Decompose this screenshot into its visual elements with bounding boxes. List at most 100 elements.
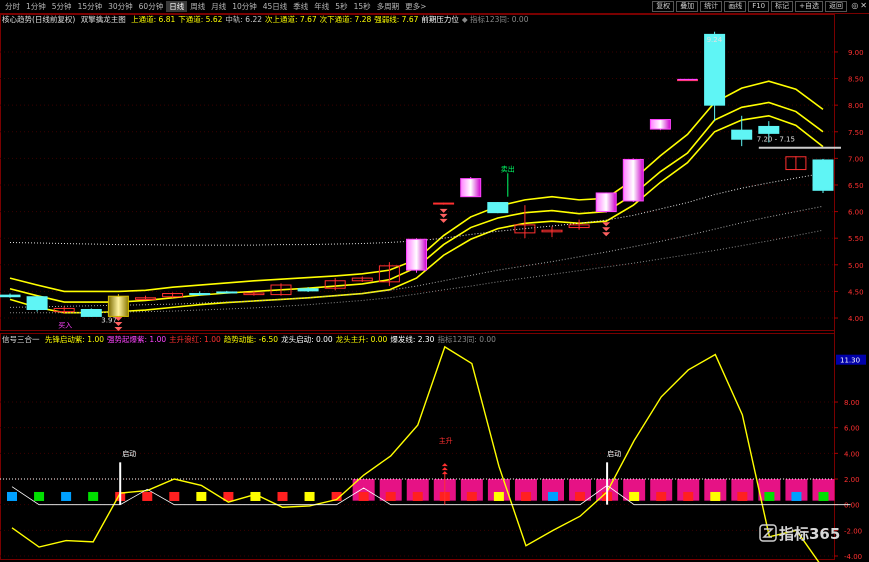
- settings-icon[interactable]: ◎: [851, 1, 858, 11]
- main-axis-label: 5.00: [848, 262, 864, 270]
- tab-3[interactable]: 15分钟: [75, 1, 106, 12]
- main-axis-label: 5.50: [848, 235, 864, 243]
- tab-1[interactable]: 1分钟: [23, 1, 49, 12]
- signal-block-25: [677, 479, 700, 501]
- main-item-4: 次下通道: 7.28: [319, 15, 372, 24]
- toolbar-button-1[interactable]: 叠加: [676, 1, 699, 12]
- candle-body-2: [53, 307, 75, 313]
- main-item-0: 上通道: 6.81: [131, 15, 176, 24]
- tab-4[interactable]: 30分钟: [105, 1, 136, 12]
- candle-body-4: [107, 295, 129, 317]
- toolbar-button-7[interactable]: 返回: [825, 1, 847, 12]
- toolbar-button-5[interactable]: 标记: [771, 1, 794, 12]
- sub-series-1: [11, 484, 851, 506]
- top-toolbar: 分时 1分钟 5分钟 15分钟 30分钟 60分钟 日线 周线 月线 10分钟 45日线 季线 年线 5秒…: [0, 0, 869, 14]
- toolbar-button-3[interactable]: 画线: [724, 1, 747, 12]
- toolbar-button-0[interactable]: 复权: [652, 1, 675, 12]
- signal-square-27: [737, 491, 748, 501]
- down-arrow-icon: [439, 213, 448, 218]
- tab-12[interactable]: 年线: [311, 1, 332, 12]
- down-arrow-icon: [602, 232, 611, 237]
- candle-body-14: [378, 265, 400, 283]
- sell-signal-label: 卖出: [501, 165, 515, 174]
- tab-8[interactable]: 月线: [208, 1, 229, 12]
- tab-6[interactable]: 日线: [166, 1, 188, 12]
- candle-body-22: [595, 192, 617, 213]
- main-axis-label: 7.50: [848, 129, 864, 137]
- tab-9[interactable]: 10分钟: [229, 1, 260, 12]
- main-item-1: 下通道: 5.62: [178, 15, 223, 24]
- window-controls: ◎ ✕: [851, 1, 867, 11]
- close-icon[interactable]: ✕: [860, 1, 867, 11]
- candle-body-16: [433, 202, 455, 205]
- signal-block-16: [433, 479, 456, 501]
- signal-square-24: [656, 491, 667, 501]
- main-line-0: [9, 80, 824, 293]
- candle-body-25: [677, 79, 698, 82]
- candle-body-5: [135, 297, 156, 300]
- toolbar-button-2[interactable]: 统计: [700, 1, 723, 12]
- signal-square-5: [142, 491, 153, 501]
- sub-item-5: 龙头主升: 0.00: [335, 335, 388, 344]
- buy-signal-label: 买入: [58, 321, 72, 329]
- sub-axis-label: 4.00: [844, 450, 860, 458]
- tab-7[interactable]: 周线: [187, 1, 208, 12]
- sub-item-0: 先锋启动紫: 1.00: [44, 335, 105, 344]
- signal-block-15: [406, 479, 429, 501]
- sub-chart-legend: 信号三合一 先锋启动紫: 1.00 强势起爆紫: 1.00 主升浪红: 1.00 趋势…: [2, 335, 499, 345]
- signal-block-22: [596, 479, 619, 501]
- high-price-label: 9.24: [707, 36, 723, 44]
- signal-square-29: [791, 491, 802, 501]
- down-arrow-icon: [114, 316, 123, 321]
- tab-0[interactable]: 分时: [2, 1, 23, 12]
- signal-block-14: [379, 479, 402, 501]
- tab-14[interactable]: 15秒: [351, 1, 374, 12]
- candle-body-1: [26, 296, 48, 311]
- signal-block-13: [352, 479, 375, 501]
- toolbar-button-6[interactable]: +自选: [795, 1, 823, 12]
- main-axis-label: 4.00: [848, 315, 864, 323]
- candle-body-15: [406, 238, 427, 271]
- sub-axis-label: 6.00: [844, 425, 860, 433]
- sub-axis-marker: 11.30: [840, 357, 860, 365]
- signal-block-24: [650, 479, 673, 501]
- main-indicator-name[interactable]: 双擎擒龙主图: [81, 15, 126, 24]
- candle-body-21: [568, 224, 590, 229]
- signal-square-6: [169, 491, 180, 501]
- signal-square-22: [602, 491, 613, 501]
- candle-body-27: [731, 129, 753, 140]
- tab-13[interactable]: 5秒: [332, 1, 350, 12]
- main-axis-label: 8.50: [848, 76, 864, 84]
- candle-body-13: [351, 277, 373, 282]
- watermark: 指标365: [759, 524, 840, 543]
- sub-item-1: 强势起爆紫: 1.00: [107, 335, 167, 344]
- tab-15[interactable]: 多周期: [374, 1, 403, 12]
- tab-5[interactable]: 60分钟: [136, 1, 167, 12]
- main-axis-label: 6.00: [848, 209, 864, 217]
- signal-block-21: [569, 479, 592, 501]
- sub-axis-label: -4.00: [844, 553, 862, 561]
- main-item-3: 次上通道: 7.67: [265, 15, 317, 24]
- candle-body-28: [758, 125, 780, 134]
- signal-block-27: [731, 479, 754, 501]
- signal-square-17: [466, 491, 477, 501]
- stock-chart: 9.00 8.50 8.00 7.50 7.00 6.50 6.00 5.50 5.00 4.50…: [0, 14, 866, 562]
- sub-panel-frame: [0, 333, 835, 560]
- tab-2[interactable]: 5分钟: [49, 1, 75, 12]
- toolbar-button-4[interactable]: F10: [748, 1, 770, 12]
- main-axis-label: 4.50: [848, 288, 864, 296]
- down-arrow-icon: [114, 321, 123, 326]
- tab-10[interactable]: 45日线: [260, 1, 291, 12]
- candle-body-10: [270, 284, 292, 296]
- sub-indicator-name[interactable]: 信号三合一: [2, 335, 40, 344]
- sub-item-3: 趋势动能: -6.50: [223, 335, 279, 344]
- watermark-text: 指标365: [779, 525, 840, 543]
- tab-16[interactable]: 更多>: [402, 1, 429, 12]
- signal-square-19: [520, 491, 531, 501]
- sub-axis-label: 8.00: [844, 399, 860, 407]
- toolbar-right-buttons: 复权 叠加 统计 画线 F10 标记 +自选 返回: [652, 1, 847, 12]
- sub-axis-marker-box: [836, 354, 866, 365]
- tab-11[interactable]: 季线: [290, 1, 311, 12]
- main-axis-label: 6.50: [848, 182, 864, 190]
- signal-square-9: [250, 491, 261, 501]
